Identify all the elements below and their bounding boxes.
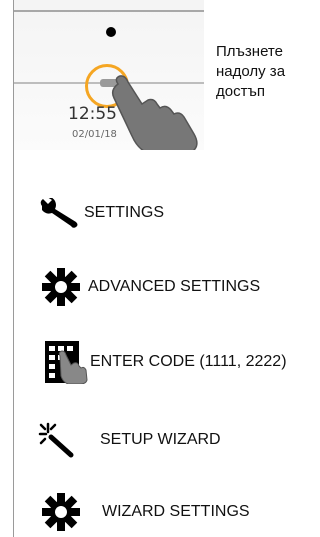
menu-item-enter-code[interactable]: ENTER CODE (1111, 2222) (44, 340, 287, 384)
menu-item-label: WIZARD SETTINGS (102, 503, 250, 520)
help-page: 12:55 02/01/18 Плъзнете надолу за достъп… (0, 0, 318, 537)
menu-item-label: SETTINGS (84, 204, 165, 221)
menu-item-label: ADVANCED SETTINGS (88, 278, 261, 295)
menu-item-settings[interactable]: SETTINGS (36, 198, 164, 228)
camera-dot (106, 27, 116, 37)
screen-top-border (14, 10, 204, 12)
pointing-hand-icon (111, 75, 198, 150)
device-screen-preview: 12:55 02/01/18 (14, 0, 204, 150)
menu-item-label: SETUP WIZARD (100, 431, 221, 448)
menu-item-label: ENTER CODE (1111, 2222) (90, 353, 287, 370)
menu-item-advanced-settings[interactable]: ADVANCED SETTINGS (36, 267, 260, 307)
menu-item-setup-wizard[interactable]: SETUP WIZARD (36, 420, 221, 460)
keypad-touch-icon (45, 341, 88, 384)
wrench-icon (40, 198, 78, 228)
magic-wand-icon (38, 422, 74, 458)
gear-icon (42, 493, 80, 531)
instruction-text: Плъзнете надолу за достъп (216, 43, 286, 100)
gear-icon (42, 268, 80, 306)
menu-item-wizard-settings[interactable]: WIZARD SETTINGS (36, 492, 250, 532)
